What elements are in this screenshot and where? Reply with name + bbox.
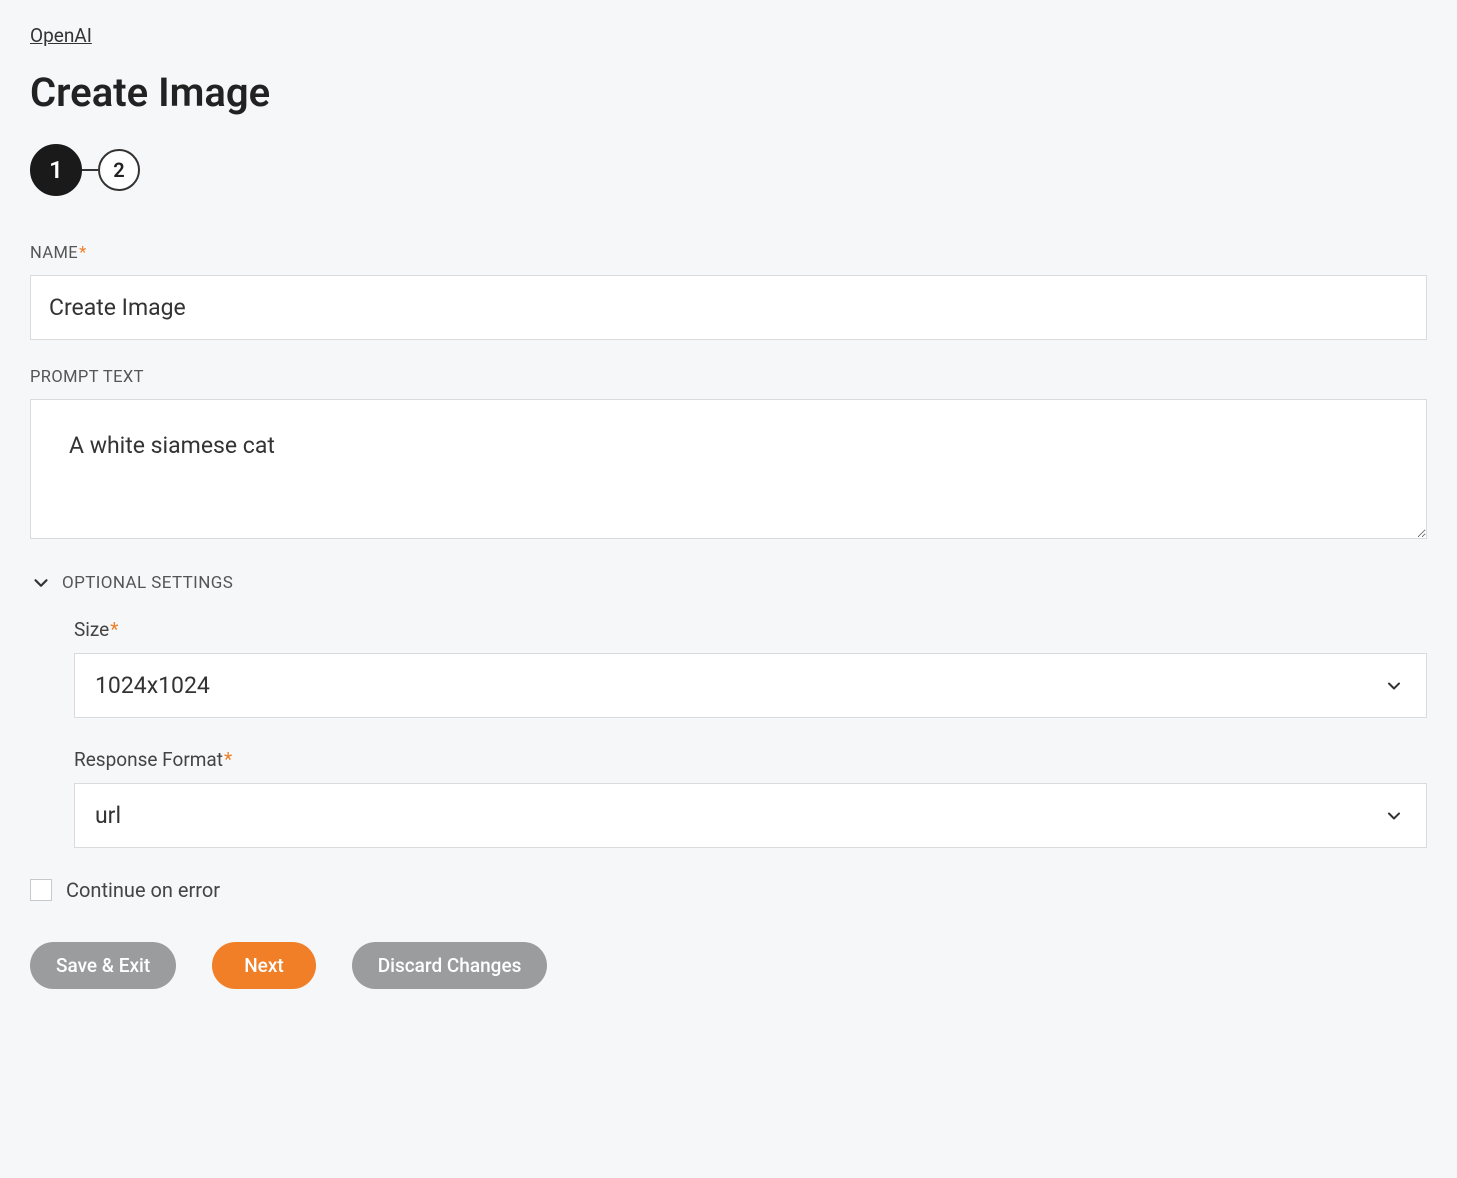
chevron-down-icon (1384, 676, 1404, 696)
step-1[interactable]: 1 (30, 144, 82, 196)
discard-changes-button[interactable]: Discard Changes (352, 942, 548, 989)
step-connector (82, 169, 98, 171)
optional-settings-toggle[interactable]: OPTIONAL SETTINGS (30, 572, 1427, 594)
continue-on-error-checkbox[interactable] (30, 879, 52, 901)
next-button[interactable]: Next (212, 942, 316, 989)
page-title: Create Image (30, 69, 1427, 116)
prompt-label: PROMPT TEXT (30, 368, 1427, 387)
name-label: NAME* (30, 244, 1427, 263)
stepper: 1 2 (30, 144, 1427, 196)
continue-on-error-label: Continue on error (66, 878, 220, 902)
prompt-textarea[interactable]: A white siamese cat (30, 399, 1427, 539)
breadcrumb-link[interactable]: OpenAI (30, 24, 92, 47)
response-format-value: url (95, 802, 121, 829)
save-exit-button[interactable]: Save & Exit (30, 942, 176, 989)
required-marker: * (110, 618, 118, 641)
size-label: Size* (74, 618, 1427, 641)
required-marker: * (79, 244, 87, 263)
optional-settings-label: OPTIONAL SETTINGS (62, 573, 233, 593)
size-select[interactable]: 1024x1024 (74, 653, 1427, 718)
step-2[interactable]: 2 (98, 149, 140, 191)
chevron-down-icon (30, 572, 52, 594)
response-format-label: Response Format* (74, 748, 1427, 771)
size-value: 1024x1024 (95, 672, 210, 699)
name-input[interactable] (30, 275, 1427, 340)
chevron-down-icon (1384, 806, 1404, 826)
response-format-select[interactable]: url (74, 783, 1427, 848)
required-marker: * (224, 748, 232, 771)
